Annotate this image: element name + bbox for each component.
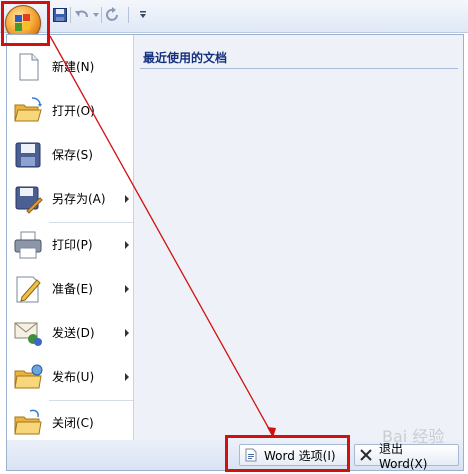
menu-item-publish[interactable]: 发布(U): [7, 355, 133, 399]
menu-item-label: 打开(O): [52, 104, 95, 118]
annotation-highlight-box: [225, 435, 350, 472]
menu-item-label: 准备(E): [52, 282, 93, 296]
submenu-arrow-icon: [125, 241, 129, 249]
office-menu-commands: 新建(N) 打开(O) 保存(S) 另存为(A) 打印(P) 准备(E) 发送(…: [7, 35, 134, 441]
menu-item-save-as[interactable]: 另存为(A): [7, 177, 133, 221]
undo-icon[interactable]: [74, 6, 90, 24]
annotation-highlight-box: [1, 1, 50, 46]
new-document-icon: [19, 53, 39, 81]
recent-documents-pane: 最近使用的文档: [134, 35, 463, 441]
menu-item-label: 打印(P): [52, 238, 93, 252]
close-folder-icon: [14, 409, 42, 435]
recent-documents-divider: [140, 68, 458, 69]
submenu-arrow-icon: [125, 195, 129, 203]
qat-separator: [128, 7, 129, 23]
office-menu-panel: 新建(N) 打开(O) 保存(S) 另存为(A) 打印(P) 准备(E) 发送(…: [6, 34, 464, 442]
menu-item-label: 新建(N): [52, 60, 95, 74]
menu-item-label: 保存(S): [52, 148, 93, 162]
qat-separator: [101, 7, 102, 23]
menu-item-print[interactable]: 打印(P): [7, 223, 133, 267]
menu-item-prepare[interactable]: 准备(E): [7, 267, 133, 311]
close-x-icon: [360, 449, 372, 461]
submenu-arrow-icon: [125, 329, 129, 337]
undo-dropdown-chevron-icon[interactable]: [92, 6, 100, 24]
menu-item-open[interactable]: 打开(O): [7, 89, 133, 133]
prepare-pencil-icon: [16, 276, 41, 303]
qat-separator: [70, 7, 71, 23]
printer-icon: [14, 231, 42, 259]
menu-item-label: 发送(D): [52, 326, 95, 340]
save-icon[interactable]: [52, 6, 68, 24]
menu-item-label: 另存为(A): [52, 192, 106, 206]
redo-icon[interactable]: [104, 6, 122, 24]
customize-toolbar-icon[interactable]: [138, 6, 148, 24]
office-menu-screenshot: 新建(N) 打开(O) 保存(S) 另存为(A) 打印(P) 准备(E) 发送(…: [0, 0, 468, 474]
recent-documents-title: 最近使用的文档: [143, 51, 228, 65]
submenu-arrow-icon: [125, 373, 129, 381]
submenu-arrow-icon: [125, 285, 129, 293]
send-mail-icon: [14, 322, 42, 346]
menu-item-new[interactable]: 新建(N): [7, 45, 133, 89]
baidu-jingyan-watermark: Bai 经验: [382, 427, 444, 446]
publish-folder-icon: [14, 364, 43, 389]
watermark-text: Bai 经验: [382, 427, 444, 446]
menu-item-save[interactable]: 保存(S): [7, 133, 133, 177]
save-as-icon: [15, 186, 43, 214]
menu-item-label: 关闭(C): [52, 416, 94, 430]
quick-access-toolbar: [0, 0, 468, 33]
open-folder-icon: [14, 97, 42, 122]
menu-item-send[interactable]: 发送(D): [7, 311, 133, 355]
menu-item-close[interactable]: 关闭(C): [7, 401, 133, 445]
save-floppy-icon: [15, 142, 41, 168]
menu-item-label: 发布(U): [52, 370, 95, 384]
